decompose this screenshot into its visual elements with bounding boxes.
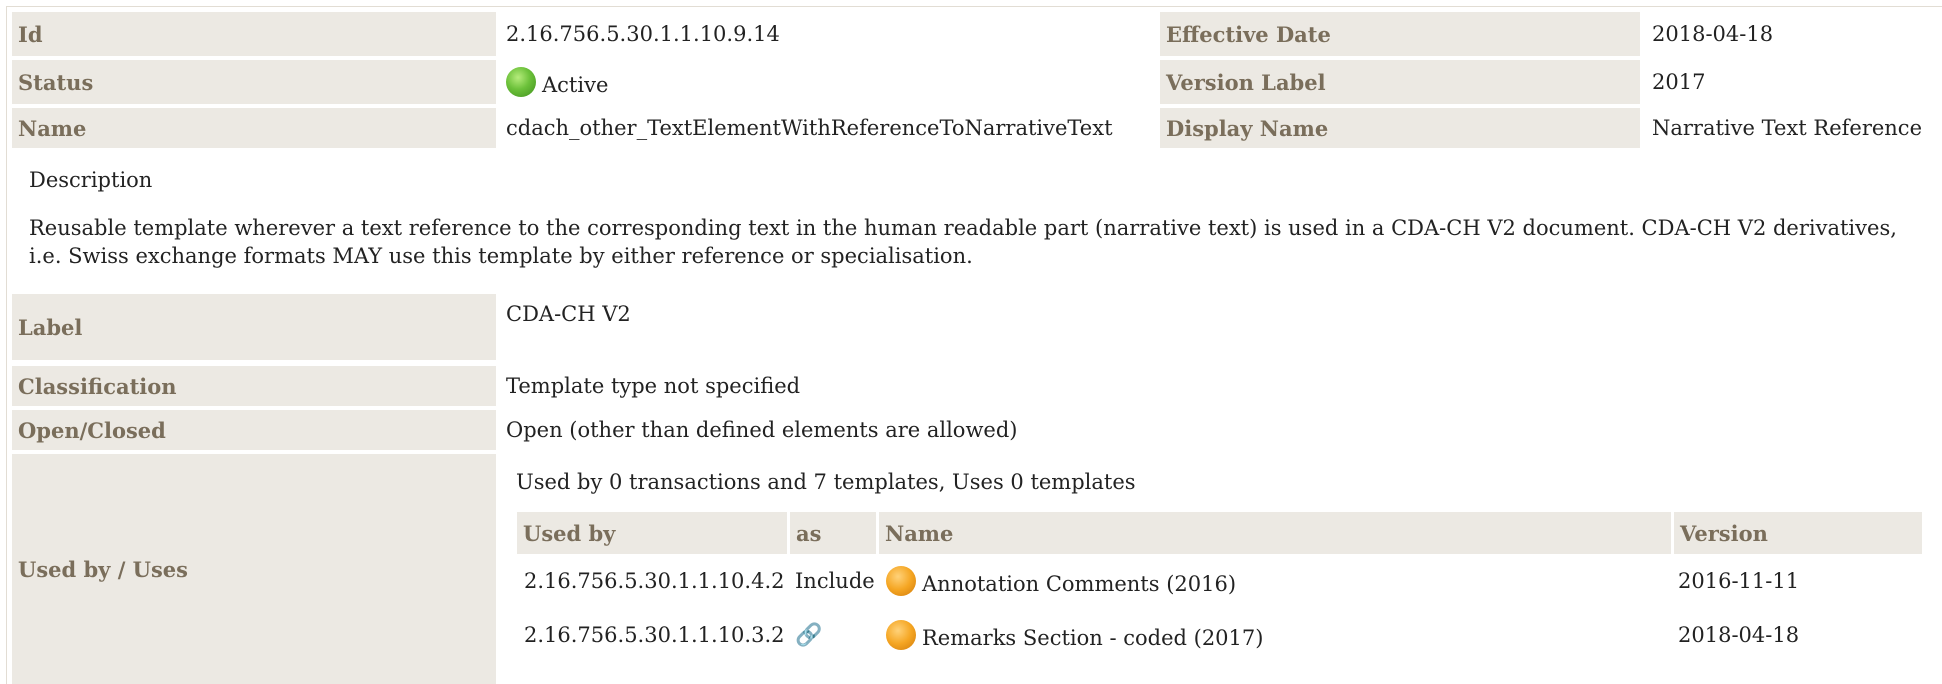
open-closed-value: Open (other than defined elements are al… [506, 418, 1018, 442]
status-text: Active [542, 73, 609, 97]
display-name-value: Narrative Text Reference [1652, 116, 1922, 140]
name-value: cdach_other_TextElementWithReferenceToNa… [506, 116, 1113, 140]
effective-date-value: 2018-04-18 [1652, 22, 1774, 46]
table-row-1-version: 2018-04-18 [1678, 623, 1800, 647]
used-by-summary: Used by 0 transactions and 7 templates, … [516, 470, 1136, 494]
table-row-0-id[interactable]: 2.16.756.5.30.1.1.10.4.2 [524, 562, 785, 600]
col-header-used-by: Used by [517, 512, 787, 554]
table-row-1-id[interactable]: 2.16.756.5.30.1.1.10.3.2 [524, 616, 785, 654]
table-row-0-as: Include [795, 569, 875, 593]
classification-label: Classification [12, 366, 496, 406]
table-row-0-version: 2016-11-11 [1678, 569, 1800, 593]
id-label: Id [12, 12, 496, 56]
label-label: Label [12, 294, 496, 360]
col-header-version: Version [1674, 512, 1922, 554]
open-closed-label: Open/Closed [12, 410, 496, 450]
version-label-label: Version Label [1160, 60, 1640, 104]
col-header-as: as [790, 512, 876, 554]
label-value: CDA-CH V2 [506, 302, 631, 326]
version-label-value: 2017 [1652, 70, 1706, 94]
description-heading: Description [29, 168, 153, 192]
status-label: Status [12, 60, 496, 104]
used-by-uses-label: Used by / Uses [12, 454, 496, 684]
col-header-name: Name [879, 512, 1671, 554]
table-row-1-as: 🔗 [795, 616, 822, 654]
table-row-0-name-text[interactable]: Annotation Comments (2016) [922, 572, 1236, 596]
classification-value: Template type not specified [506, 374, 801, 398]
description-text: Reusable template wherever a text refere… [29, 216, 1897, 268]
display-name-label: Display Name [1160, 108, 1640, 148]
table-row-1-name-text[interactable]: Remarks Section - coded (2017) [922, 626, 1263, 650]
name-label: Name [12, 108, 496, 148]
effective-date-label: Effective Date [1160, 12, 1640, 56]
link-icon: 🔗 [795, 622, 823, 648]
status-draft-icon [886, 566, 916, 596]
status-active-icon [506, 67, 536, 97]
id-value: 2.16.756.5.30.1.1.10.9.14 [506, 22, 780, 46]
status-draft-icon [886, 620, 916, 650]
status-value: Active [506, 60, 608, 104]
table-row-1-name[interactable]: Remarks Section - coded (2017) [886, 614, 1263, 656]
table-row-0-name[interactable]: Annotation Comments (2016) [886, 560, 1236, 602]
